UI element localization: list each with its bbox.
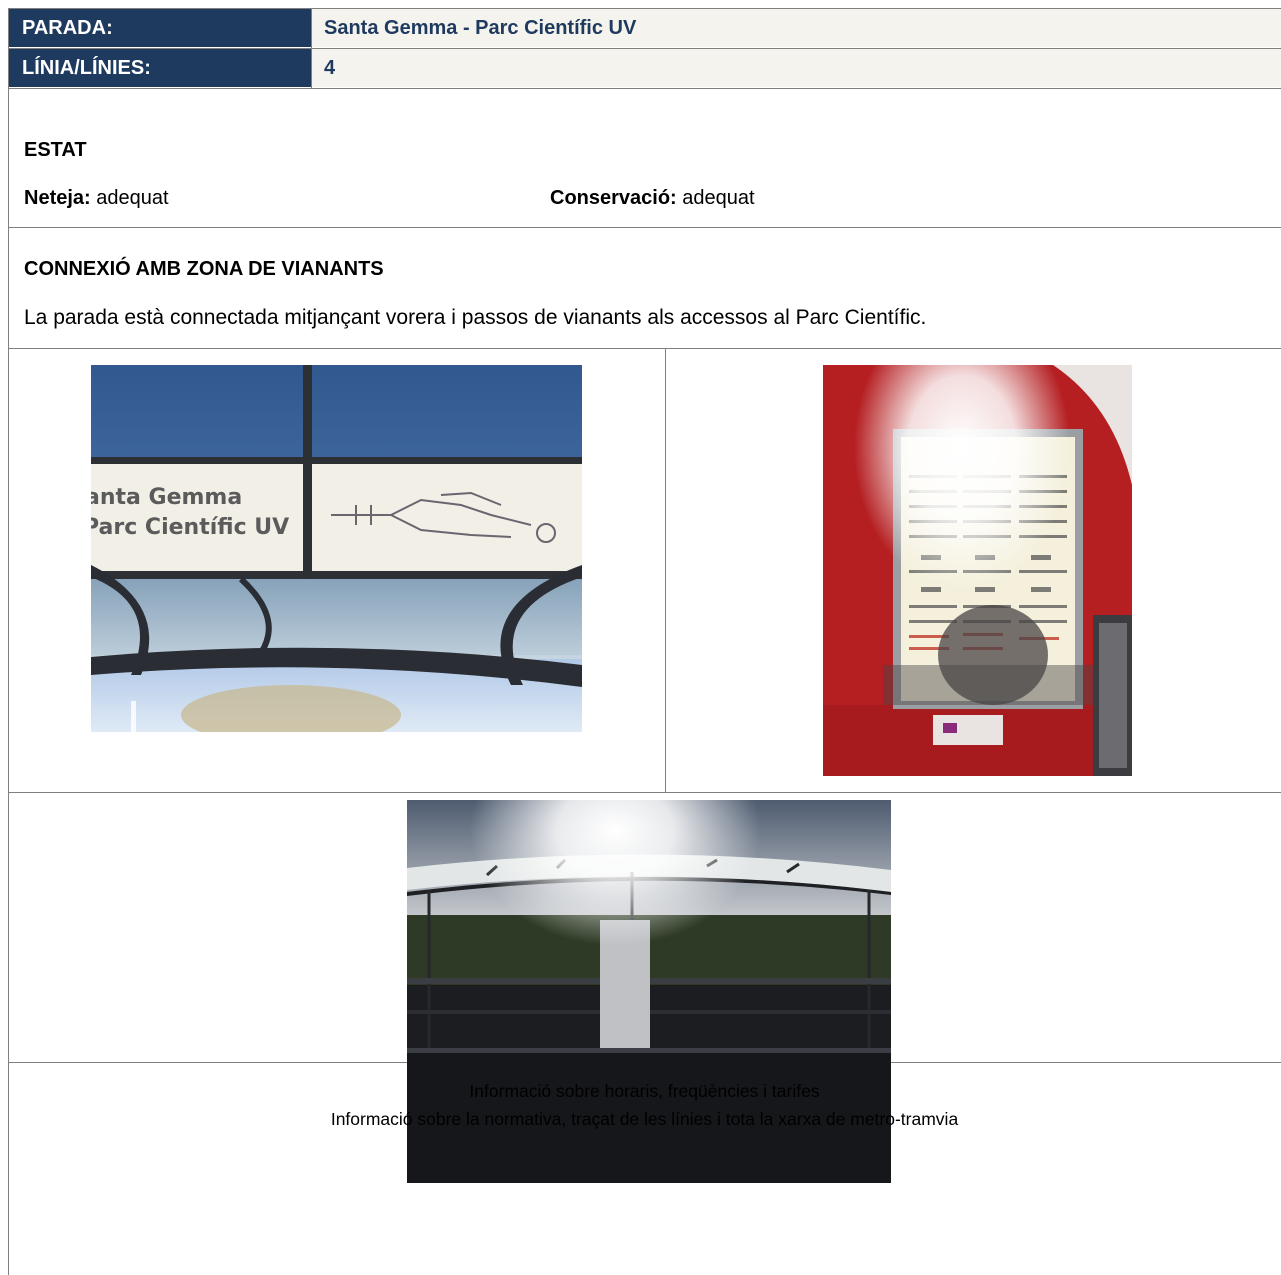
divider-header-bottom: [8, 88, 1281, 89]
linies-value: 4: [312, 49, 1281, 87]
photo-stop-sign: anta Gemma Parc Científic UV: [91, 365, 582, 732]
conservacio-row: Conservació: adequat: [550, 187, 755, 210]
border-top: [8, 8, 1281, 9]
divider-estat: [8, 227, 1281, 228]
linies-label: LÍNIA/LÍNIES:: [9, 49, 311, 87]
sign-line1: anta Gemma: [91, 485, 242, 510]
divider-header: [8, 48, 1281, 49]
conservacio-value: adequat: [682, 187, 755, 209]
connexio-text: La parada està connectada mitjançant vor…: [24, 306, 927, 329]
parada-value: Santa Gemma - Parc Científic UV: [312, 9, 1281, 47]
divider-photos: [665, 348, 666, 792]
neteja-label: Neteja:: [24, 187, 91, 209]
conservacio-label: Conservació:: [550, 187, 677, 209]
stop-sheet: PARADA: Santa Gemma - Parc Científic UV …: [8, 8, 1281, 1275]
estat-title: ESTAT: [24, 139, 87, 161]
caption-normativa: Informació sobre la normativa, traçat de…: [330, 1109, 959, 1129]
parada-label: PARADA:: [9, 9, 311, 47]
divider-header-vertical: [311, 8, 312, 88]
photo-info-panel: [823, 365, 1132, 776]
sign-line2: Parc Científic UV: [91, 515, 289, 540]
neteja-value: adequat: [96, 187, 169, 209]
caption-horaris: Informació sobre horaris, freqüències i …: [469, 1081, 820, 1101]
divider-connexio: [8, 348, 1281, 349]
divider-photo-row: [8, 792, 1281, 793]
neteja-row: Neteja: adequat: [24, 187, 169, 210]
connexio-title: CONNEXIÓ AMB ZONA DE VIANANTS: [24, 258, 384, 280]
